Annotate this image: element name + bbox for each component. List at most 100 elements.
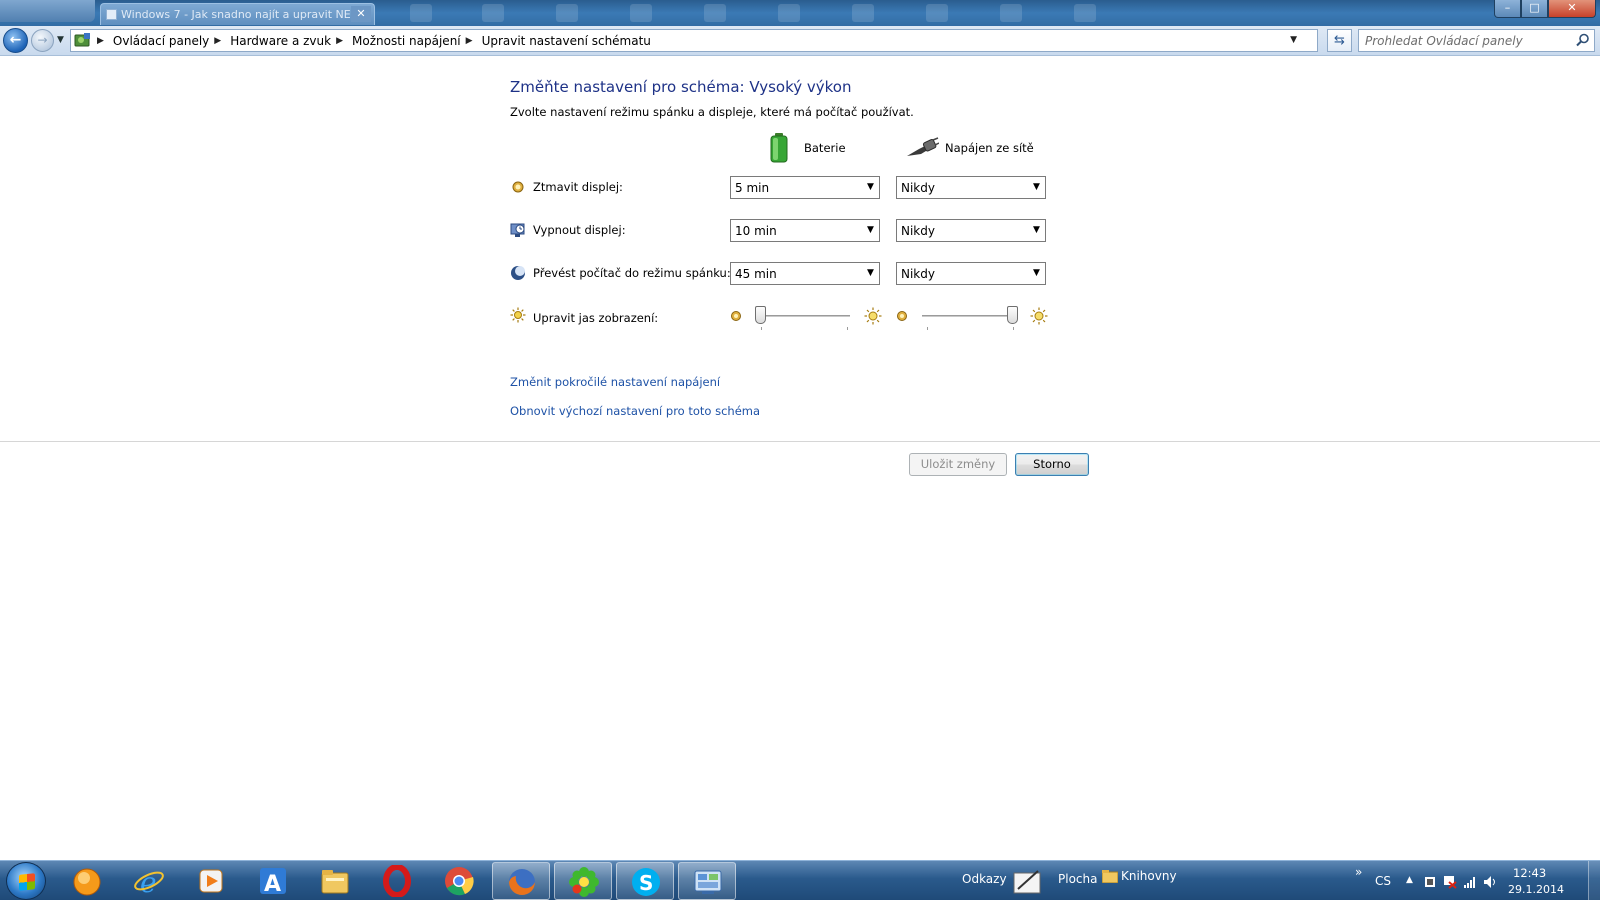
media-center-icon [199, 869, 223, 893]
taskbar-chrome[interactable] [430, 862, 488, 900]
breadcrumb-hardware-sound[interactable]: Hardware a zvuk [230, 34, 331, 48]
brightness-battery-slider[interactable] [730, 304, 882, 330]
dim-display-icon [512, 181, 524, 193]
breadcrumb-edit-plan[interactable]: Upravit nastavení schématu [482, 34, 651, 48]
close-button[interactable]: ✕ [1548, 0, 1596, 18]
search-input[interactable] [1365, 30, 1570, 51]
taskbar-firefox[interactable] [492, 862, 550, 900]
sleep-row: Převést počítač do režimu spánku: 45 min… [510, 262, 1050, 286]
toolbar-icon[interactable] [630, 4, 652, 22]
turn-off-display-battery-select[interactable]: 10 min ▼ [730, 219, 880, 242]
browser-tab[interactable]: Windows 7 - Jak snadno najít a upravit N… [100, 3, 375, 25]
signal-strength-icon[interactable] [1463, 875, 1477, 889]
toolbar-icon[interactable] [1000, 4, 1022, 22]
toolbar-icon[interactable] [1074, 4, 1096, 22]
media-player-icon [73, 868, 101, 896]
address-dropdown-icon[interactable]: ▼ [1290, 35, 1297, 45]
show-desktop-button[interactable] [1588, 861, 1600, 900]
toolbar-icon[interactable] [704, 4, 726, 22]
cancel-button[interactable]: Storno [1015, 453, 1089, 476]
app-a-icon: A [260, 868, 286, 897]
system-tray: » CS ▲ 12:43 29.1.2014 [1340, 861, 1585, 900]
desktop-pen-icon[interactable] [1012, 867, 1044, 895]
taskbar-control-panel[interactable] [678, 862, 736, 900]
bright-sun-icon [1030, 307, 1048, 325]
toolbar-icon[interactable] [778, 4, 800, 22]
slider-tick [927, 327, 928, 330]
chevron-down-icon[interactable]: ▼ [1028, 220, 1045, 241]
address-bar: ← → ▼ ▶ Ovládací panely ▶ Hardware a zvu… [0, 26, 1600, 56]
slider-track[interactable] [922, 315, 1016, 317]
dim-display-ac-select[interactable]: Nikdy ▼ [896, 176, 1046, 199]
breadcrumb-separator-icon[interactable]: ▶ [97, 36, 104, 46]
clock-date[interactable]: 29.1.2014 [1508, 883, 1564, 896]
toolbar-icon[interactable] [556, 4, 578, 22]
back-button[interactable]: ← [3, 28, 28, 53]
toolbar-chevron-icon[interactable]: » [1355, 865, 1362, 879]
chevron-down-icon[interactable]: ▼ [862, 220, 879, 241]
slider-tick [847, 327, 848, 330]
taskbar-app-a[interactable]: A [244, 862, 302, 900]
slider-track[interactable] [756, 315, 850, 317]
taskbar-icq[interactable] [554, 862, 612, 900]
dim-sun-icon [731, 311, 741, 321]
save-changes-button[interactable]: Uložit změny [909, 453, 1007, 476]
search-box[interactable] [1358, 29, 1595, 52]
dim-sun-icon [897, 311, 907, 321]
sleep-icon [511, 266, 525, 280]
toolbar-icon[interactable] [482, 4, 504, 22]
breadcrumb-separator-icon[interactable]: ▶ [336, 36, 343, 46]
taskbar-explorer[interactable] [306, 862, 364, 900]
taskbar-skype[interactable]: S [616, 862, 674, 900]
brightness-ac-slider[interactable] [896, 304, 1048, 330]
dim-display-battery-select[interactable]: 5 min ▼ [730, 176, 880, 199]
libraries-toolbar-label[interactable]: Knihovny [1121, 869, 1177, 883]
forward-button[interactable]: → [31, 29, 54, 52]
clock-time[interactable]: 12:43 [1513, 866, 1546, 880]
page-title: Změňte nastavení pro schéma: Vysoký výko… [510, 78, 852, 96]
tab-close-icon[interactable]: ✕ [351, 6, 371, 22]
sleep-battery-value: 45 min [735, 267, 777, 281]
chevron-down-icon[interactable]: ▼ [862, 263, 879, 284]
slider-thumb[interactable] [1007, 306, 1018, 324]
volume-icon[interactable] [1483, 875, 1497, 889]
sleep-ac-select[interactable]: Nikdy ▼ [896, 262, 1046, 285]
device-icon[interactable] [1423, 875, 1437, 889]
libraries-folder-icon[interactable] [1102, 869, 1118, 883]
maximize-button[interactable]: □ [1521, 0, 1548, 18]
chevron-down-icon[interactable]: ▼ [862, 177, 879, 198]
restore-defaults-link[interactable]: Obnovit výchozí nastavení pro toto schém… [510, 404, 760, 418]
language-indicator[interactable]: CS [1375, 874, 1391, 888]
battery-column-label: Baterie [804, 141, 846, 155]
sleep-battery-select[interactable]: 45 min ▼ [730, 262, 880, 285]
turn-off-display-ac-select[interactable]: Nikdy ▼ [896, 219, 1046, 242]
breadcrumb-separator-icon[interactable]: ▶ [466, 36, 473, 46]
advanced-settings-link[interactable]: Změnit pokročilé nastavení napájení [510, 375, 720, 389]
divider [0, 441, 1600, 442]
refresh-button[interactable]: ⇆ [1327, 29, 1352, 52]
desktop-toolbar-label[interactable]: Plocha [1058, 872, 1097, 886]
toolbar-icon[interactable] [852, 4, 874, 22]
taskbar-opera[interactable] [368, 862, 426, 900]
minimize-button[interactable]: – [1494, 0, 1521, 18]
toolbar-icon[interactable] [926, 4, 948, 22]
toolbar-icon[interactable] [410, 4, 432, 22]
turn-off-display-row: Vypnout displej: 10 min ▼ Nikdy ▼ [510, 219, 1050, 243]
network-error-icon[interactable] [1443, 875, 1457, 889]
search-icon[interactable] [1576, 33, 1590, 47]
show-hidden-icons-icon[interactable]: ▲ [1406, 875, 1413, 885]
taskbar-media-center[interactable] [182, 862, 240, 900]
breadcrumb-control-panel[interactable]: Ovládací panely [113, 34, 209, 48]
start-button[interactable] [6, 862, 46, 900]
breadcrumb-power-options[interactable]: Možnosti napájení [352, 34, 461, 48]
slider-thumb[interactable] [755, 306, 766, 324]
chevron-down-icon[interactable]: ▼ [1028, 177, 1045, 198]
breadcrumb-separator-icon[interactable]: ▶ [214, 36, 221, 46]
chevron-down-icon[interactable]: ▼ [1028, 263, 1045, 284]
taskbar-media-player[interactable] [58, 862, 116, 900]
breadcrumb[interactable]: ▶ Ovládací panely ▶ Hardware a zvuk ▶ Mo… [70, 29, 1318, 52]
taskbar-internet-explorer[interactable]: e [120, 862, 178, 900]
recent-pages-dropdown-icon[interactable]: ▼ [57, 35, 64, 45]
links-toolbar-label[interactable]: Odkazy [962, 872, 1007, 886]
control-panel-icon [694, 870, 722, 894]
